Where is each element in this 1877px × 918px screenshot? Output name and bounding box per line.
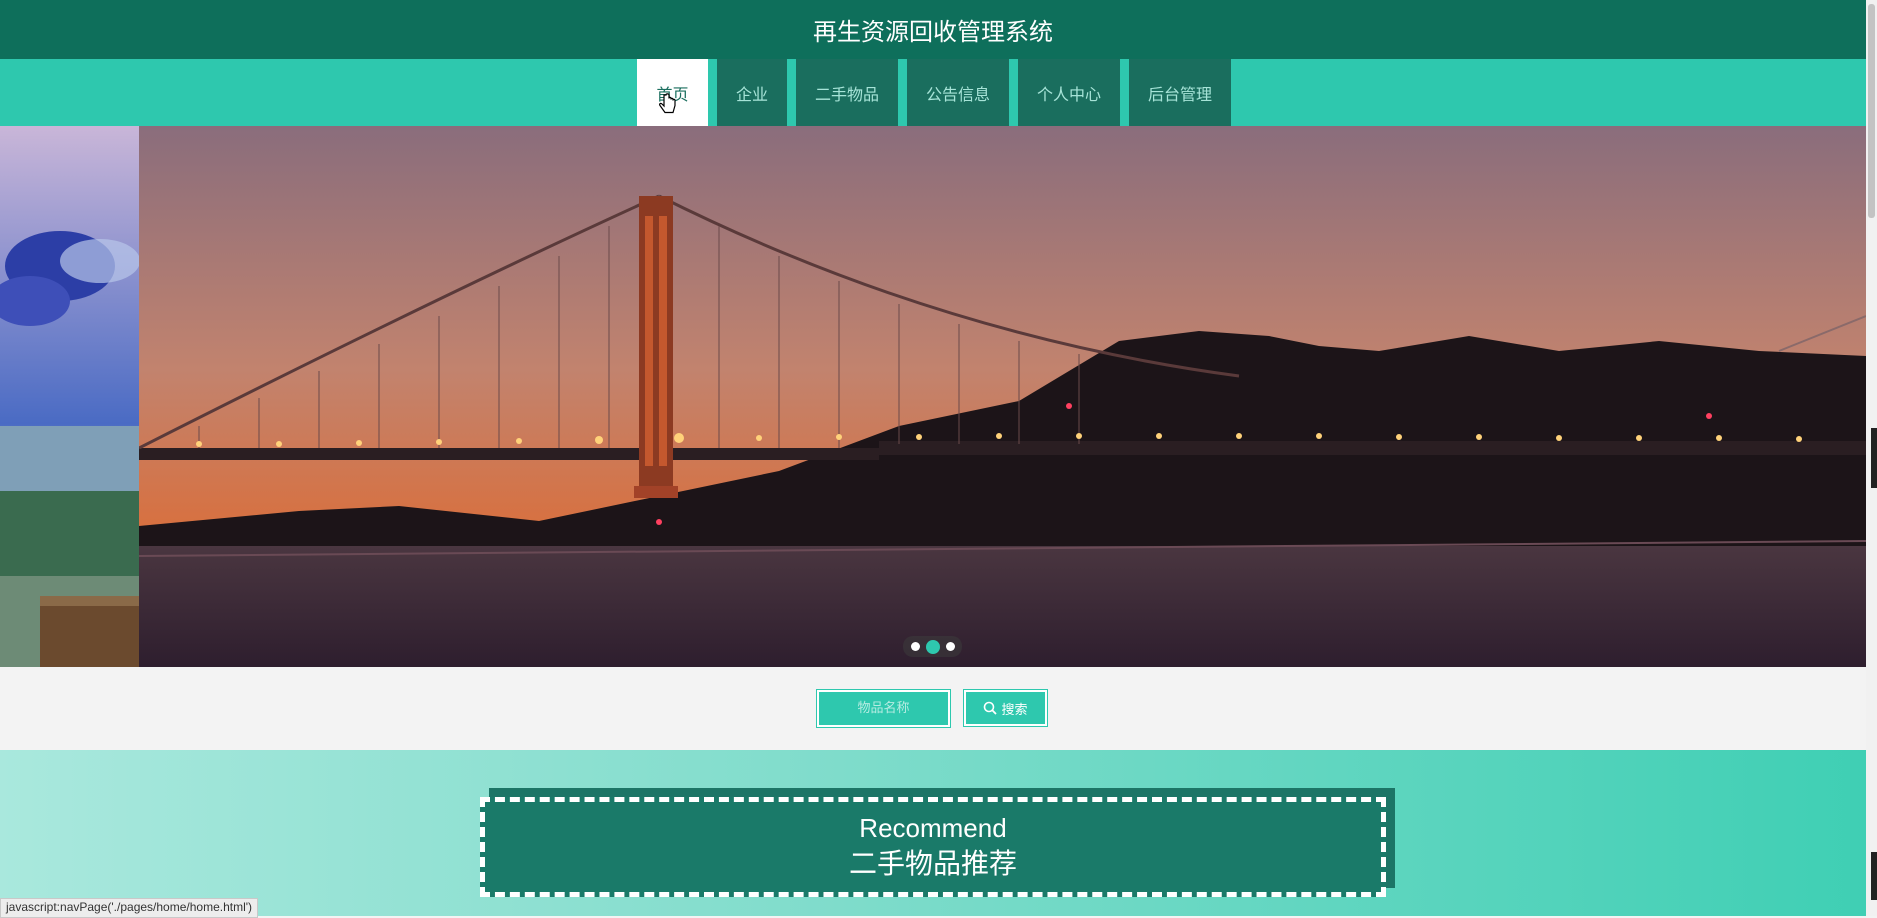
hand-cursor-icon (659, 93, 676, 114)
nav-item-second-hand[interactable]: 二手物品 (796, 59, 898, 126)
banner-carousel[interactable] (0, 126, 1866, 667)
nav-item-label: 企业 (735, 84, 768, 104)
recommend-title-en: Recommend (859, 813, 1007, 843)
nav-item-announcements[interactable]: 公告信息 (907, 59, 1009, 126)
nav-item-label: 后台管理 (1147, 84, 1212, 104)
search-icon (984, 701, 998, 715)
nav-item-personal-center[interactable]: 个人中心 (1018, 59, 1120, 126)
nav-item-home[interactable]: 首页 (637, 59, 708, 126)
nav-item-enterprise[interactable]: 企业 (717, 59, 787, 126)
bridge-slide-image (139, 126, 1866, 667)
recommend-title-zh: 二手物品推荐 (848, 847, 1017, 880)
recommend-section: Recommend 二手物品推荐 (0, 750, 1866, 916)
carousel-dot[interactable] (945, 642, 955, 651)
nav-item-admin[interactable]: 后台管理 (1129, 59, 1231, 126)
scroll-marker (1871, 428, 1877, 488)
nav-item-label: 个人中心 (1036, 84, 1101, 104)
scroll-marker (1871, 852, 1877, 900)
nav-item-label: 公告信息 (925, 84, 990, 104)
main-nav: 首页 企业 二手物品 公告信息 个人中心 后台管理 (0, 59, 1866, 126)
recommend-title-box: Recommend 二手物品推荐 (480, 797, 1386, 897)
search-button-label: 搜索 (1001, 702, 1028, 718)
previous-slide-image (0, 126, 139, 667)
scrollbar-thumb[interactable] (1868, 4, 1875, 218)
browser-status-bar: javascript:navPage('./pages/home/home.ht… (0, 898, 259, 918)
search-button[interactable]: 搜索 (963, 689, 1048, 727)
search-area: 搜索 (0, 667, 1866, 750)
site-title: 再生资源回收管理系统 (813, 18, 1053, 46)
carousel-pagination (903, 636, 962, 657)
carousel-dot-active[interactable] (925, 639, 940, 654)
site-header: 再生资源回收管理系统 (0, 0, 1866, 59)
item-name-search-input[interactable] (816, 689, 951, 728)
carousel-dot[interactable] (910, 642, 920, 651)
nav-item-label: 二手物品 (814, 84, 879, 104)
